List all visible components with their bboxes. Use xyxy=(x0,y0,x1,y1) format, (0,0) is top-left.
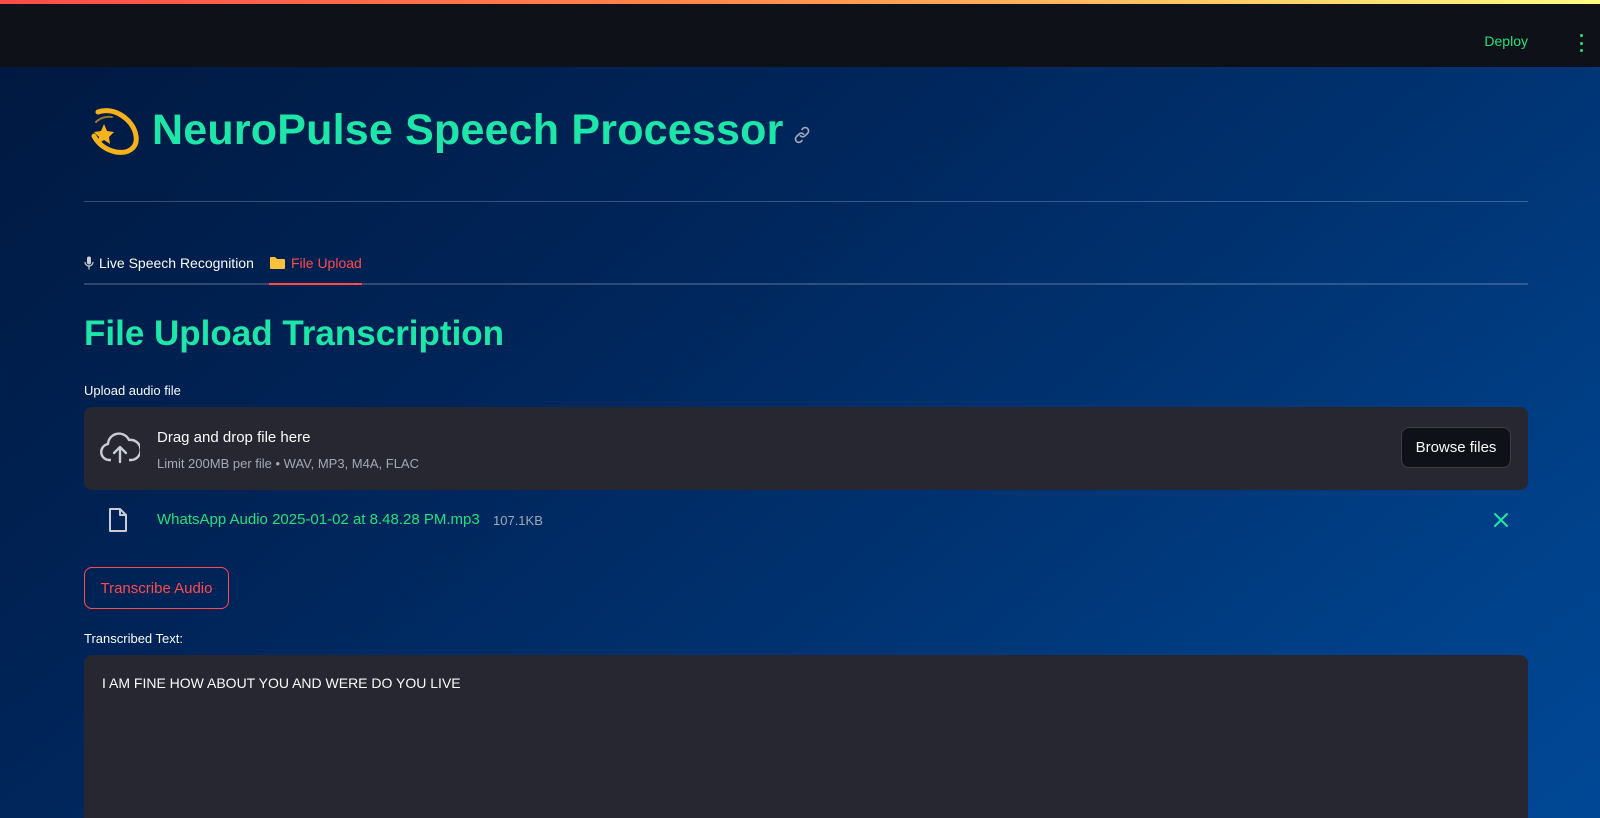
title-row: NeuroPulse Speech Processor xyxy=(84,95,812,165)
tab-label: File Upload xyxy=(291,255,362,271)
link-icon[interactable] xyxy=(792,125,812,145)
divider xyxy=(84,201,1528,202)
main-menu-icon[interactable] xyxy=(1578,34,1584,52)
app-header: Deploy xyxy=(0,4,1600,67)
drop-instructions: Drag and drop file here xyxy=(157,429,311,446)
cloud-upload-icon xyxy=(100,432,140,464)
folder-icon xyxy=(269,256,286,270)
microphone-icon xyxy=(84,256,94,270)
tab-label: Live Speech Recognition xyxy=(99,255,254,271)
upload-label: Upload audio file xyxy=(84,383,181,398)
section-title: File Upload Transcription xyxy=(84,314,505,353)
browse-files-button[interactable]: Browse files xyxy=(1401,427,1511,468)
file-icon xyxy=(109,508,127,532)
tab-bar: Live Speech Recognition File Upload xyxy=(84,243,1528,285)
transcribed-text-area[interactable]: I AM FINE HOW ABOUT YOU AND WERE DO YOU … xyxy=(84,655,1528,818)
close-icon[interactable] xyxy=(1492,511,1510,529)
comet-icon xyxy=(91,108,139,155)
uploaded-file-name: WhatsApp Audio 2025-01-02 at 8.48.28 PM.… xyxy=(157,511,480,528)
deploy-button[interactable]: Deploy xyxy=(1484,33,1528,49)
page-title: NeuroPulse Speech Processor xyxy=(152,105,784,154)
uploaded-file-size: 107.1KB xyxy=(493,513,543,528)
tab-file-upload[interactable]: File Upload xyxy=(269,243,362,285)
transcribed-text: I AM FINE HOW ABOUT YOU AND WERE DO YOU … xyxy=(102,675,461,691)
tab-live-speech-recognition[interactable]: Live Speech Recognition xyxy=(84,243,254,283)
transcribe-audio-button[interactable]: Transcribe Audio xyxy=(84,567,229,609)
transcribed-text-label: Transcribed Text: xyxy=(84,631,183,646)
upload-limit-text: Limit 200MB per file • WAV, MP3, M4A, FL… xyxy=(157,456,419,471)
file-dropzone[interactable]: Drag and drop file here Limit 200MB per … xyxy=(84,407,1528,490)
uploaded-file-row: WhatsApp Audio 2025-01-02 at 8.48.28 PM.… xyxy=(84,499,1528,541)
